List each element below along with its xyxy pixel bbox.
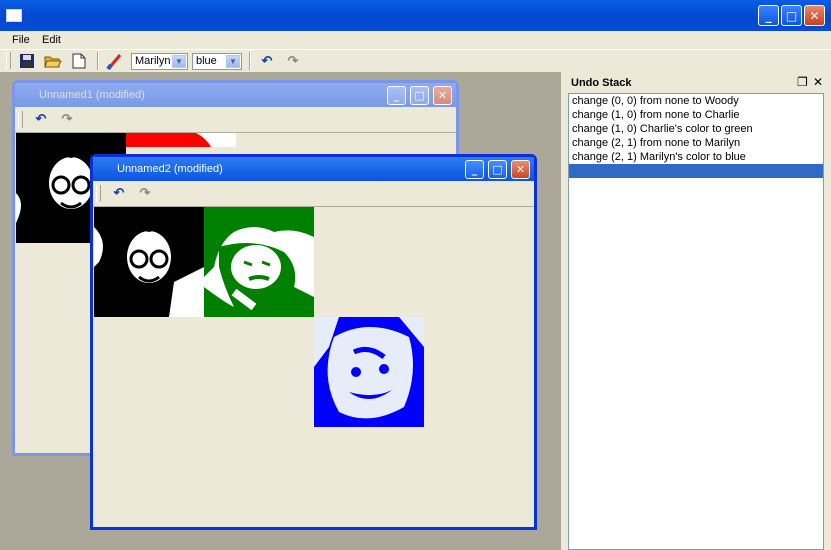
close-button[interactable]: ✕ [511, 160, 530, 179]
menu-edit[interactable]: Edit [42, 34, 61, 46]
maximize-button[interactable]: □ [781, 5, 802, 26]
redo-icon[interactable]: ↷ [136, 184, 154, 202]
main-title-bar[interactable]: _ □ ✕ [0, 0, 831, 31]
minimize-button[interactable]: _ [758, 5, 779, 26]
subwindow-toolbar: ↶ ↷ [93, 181, 534, 207]
subwindow-unnamed2[interactable]: Unnamed2 (modified) _ □ ✕ ↶ ↷ [90, 154, 537, 530]
dock-title: Undo Stack [571, 77, 632, 89]
subwindow-title: Unnamed1 (modified) [39, 89, 145, 101]
list-item[interactable]: change (0, 0) from none to Woody [569, 94, 823, 108]
tile-red[interactable] [126, 133, 236, 147]
dock-title-bar[interactable]: Undo Stack ❐ ✕ [569, 74, 829, 92]
list-item-selected[interactable] [569, 164, 823, 178]
redo-icon[interactable]: ↷ [58, 110, 76, 128]
tile-marilyn[interactable] [314, 317, 424, 427]
float-icon[interactable]: ❐ [797, 75, 808, 89]
chevron-down-icon[interactable]: ▼ [226, 55, 240, 68]
brush-icon[interactable] [106, 52, 124, 70]
tile-woody[interactable] [94, 207, 204, 317]
open-icon[interactable] [44, 52, 62, 70]
tile-charlie[interactable] [204, 207, 314, 317]
undo-stack-dock: Undo Stack ❐ ✕ change (0, 0) from none t… [567, 72, 831, 550]
list-item[interactable]: change (2, 1) from none to Marilyn [569, 136, 823, 150]
close-button[interactable]: ✕ [433, 86, 452, 105]
minimize-button[interactable]: _ [465, 160, 484, 179]
menu-bar: File Edit [0, 31, 831, 49]
undo-stack-list[interactable]: change (0, 0) from none to Woody change … [568, 93, 824, 550]
toolbar-grip[interactable] [18, 111, 23, 128]
new-icon[interactable] [70, 52, 88, 70]
close-button[interactable]: ✕ [804, 5, 825, 26]
subwindow-toolbar: ↶ ↷ [15, 107, 456, 133]
subwindow-title-bar[interactable]: Unnamed1 (modified) _ □ ✕ [15, 83, 456, 107]
list-item[interactable]: change (2, 1) Marilyn's color to blue [569, 150, 823, 164]
undo-icon[interactable]: ↶ [32, 110, 50, 128]
person-select[interactable]: Marilyn ▼ [131, 53, 188, 70]
person-select-value: Marilyn [135, 55, 171, 67]
minimize-button[interactable]: _ [387, 86, 406, 105]
subwindow-title-bar[interactable]: Unnamed2 (modified) _ □ ✕ [93, 157, 534, 181]
close-icon[interactable]: ✕ [813, 75, 823, 89]
save-icon[interactable] [18, 52, 36, 70]
undo-icon[interactable]: ↶ [258, 52, 276, 70]
subwindow-title: Unnamed2 (modified) [117, 163, 223, 175]
list-item[interactable]: change (1, 0) Charlie's color to green [569, 122, 823, 136]
toolbar-separator [97, 52, 99, 70]
toolbar-separator [249, 52, 251, 70]
toolbar-grip[interactable] [6, 52, 11, 69]
chevron-down-icon[interactable]: ▼ [172, 55, 186, 68]
main-toolbar: Marilyn ▼ blue ▼ ↶ ↷ [0, 49, 831, 74]
maximize-button[interactable]: □ [488, 160, 507, 179]
menu-file[interactable]: File [12, 34, 30, 46]
list-item[interactable]: change (1, 0) from none to Charlie [569, 108, 823, 122]
color-select[interactable]: blue ▼ [192, 53, 242, 70]
maximize-button[interactable]: □ [410, 86, 429, 105]
app-icon [6, 9, 22, 22]
color-select-value: blue [196, 55, 217, 67]
undo-icon[interactable]: ↶ [110, 184, 128, 202]
redo-icon[interactable]: ↷ [284, 52, 302, 70]
toolbar-grip[interactable] [96, 185, 101, 202]
